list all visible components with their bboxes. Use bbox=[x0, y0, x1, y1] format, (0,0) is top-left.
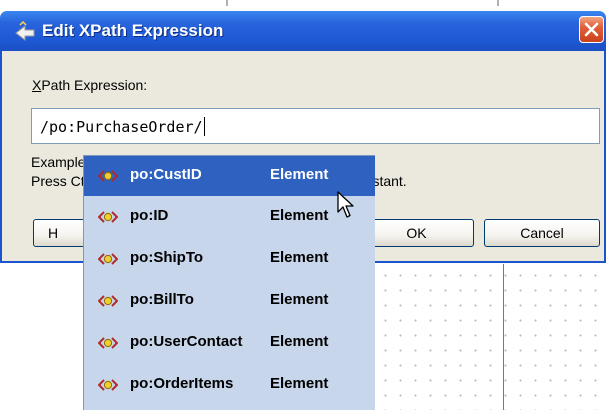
ok-button[interactable]: OK bbox=[359, 219, 474, 247]
element-icon bbox=[97, 168, 119, 184]
dialog-titlebar[interactable]: Edit XPath Expression bbox=[0, 11, 606, 51]
close-button[interactable] bbox=[579, 16, 604, 43]
autocomplete-item[interactable]: po:CustID Element bbox=[84, 156, 375, 196]
autocomplete-item[interactable]: po:BillTo Element bbox=[84, 281, 375, 321]
canvas-divider bbox=[503, 264, 504, 410]
autocomplete-item-type: Element bbox=[270, 333, 329, 350]
text-caret bbox=[203, 117, 205, 136]
cancel-button[interactable]: Cancel bbox=[484, 219, 600, 247]
autocomplete-item-type: Element bbox=[270, 166, 329, 183]
autocomplete-item[interactable]: po:OrderItems Element bbox=[84, 365, 375, 405]
autocomplete-item-name: po:UserContact bbox=[130, 333, 243, 350]
xpath-expression-value: /po:PurchaseOrder/ bbox=[40, 118, 203, 136]
cancel-button-label: Cancel bbox=[520, 225, 564, 241]
autocomplete-item-type: Element bbox=[270, 249, 329, 266]
close-icon bbox=[584, 22, 599, 37]
expression-label-text: Path Expression: bbox=[41, 77, 148, 93]
autocomplete-item[interactable]: po:ID Element bbox=[84, 197, 375, 237]
autocomplete-item-name: po:OrderItems bbox=[130, 375, 234, 392]
xpath-expression-input[interactable]: /po:PurchaseOrder/ bbox=[31, 108, 600, 144]
design-canvas-grid bbox=[374, 264, 608, 410]
element-icon bbox=[97, 209, 119, 225]
autocomplete-popup: po:CustID Element po:ID Element po:ShipT… bbox=[83, 155, 375, 410]
element-icon bbox=[97, 335, 119, 351]
autocomplete-item-type: Element bbox=[270, 291, 329, 308]
element-icon bbox=[97, 251, 119, 267]
dialog-title: Edit XPath Expression bbox=[42, 21, 224, 40]
autocomplete-item-type: Element bbox=[270, 375, 329, 392]
ok-button-label: OK bbox=[406, 225, 427, 241]
autocomplete-item-name: po:BillTo bbox=[130, 291, 194, 308]
autocomplete-item-name: po:ID bbox=[130, 207, 169, 224]
autocomplete-item[interactable]: po:ShipTo Element bbox=[84, 239, 375, 279]
help-button-label: H bbox=[48, 225, 59, 241]
expression-label: XPath Expression: bbox=[32, 77, 147, 93]
expression-label-mnemonic: X bbox=[32, 77, 42, 93]
autocomplete-item[interactable]: po:UserContact Element bbox=[84, 323, 375, 363]
element-icon bbox=[97, 377, 119, 393]
hint-line-1: Example bbox=[31, 154, 86, 170]
autocomplete-item-type: Element bbox=[270, 207, 329, 224]
element-icon bbox=[97, 293, 119, 309]
hint-line-2: Press Ct bbox=[31, 173, 85, 189]
dialog-app-icon bbox=[14, 20, 35, 42]
autocomplete-item-name: po:ShipTo bbox=[130, 249, 204, 266]
autocomplete-item-name: po:CustID bbox=[130, 166, 202, 183]
mouse-pointer-icon bbox=[337, 191, 354, 218]
